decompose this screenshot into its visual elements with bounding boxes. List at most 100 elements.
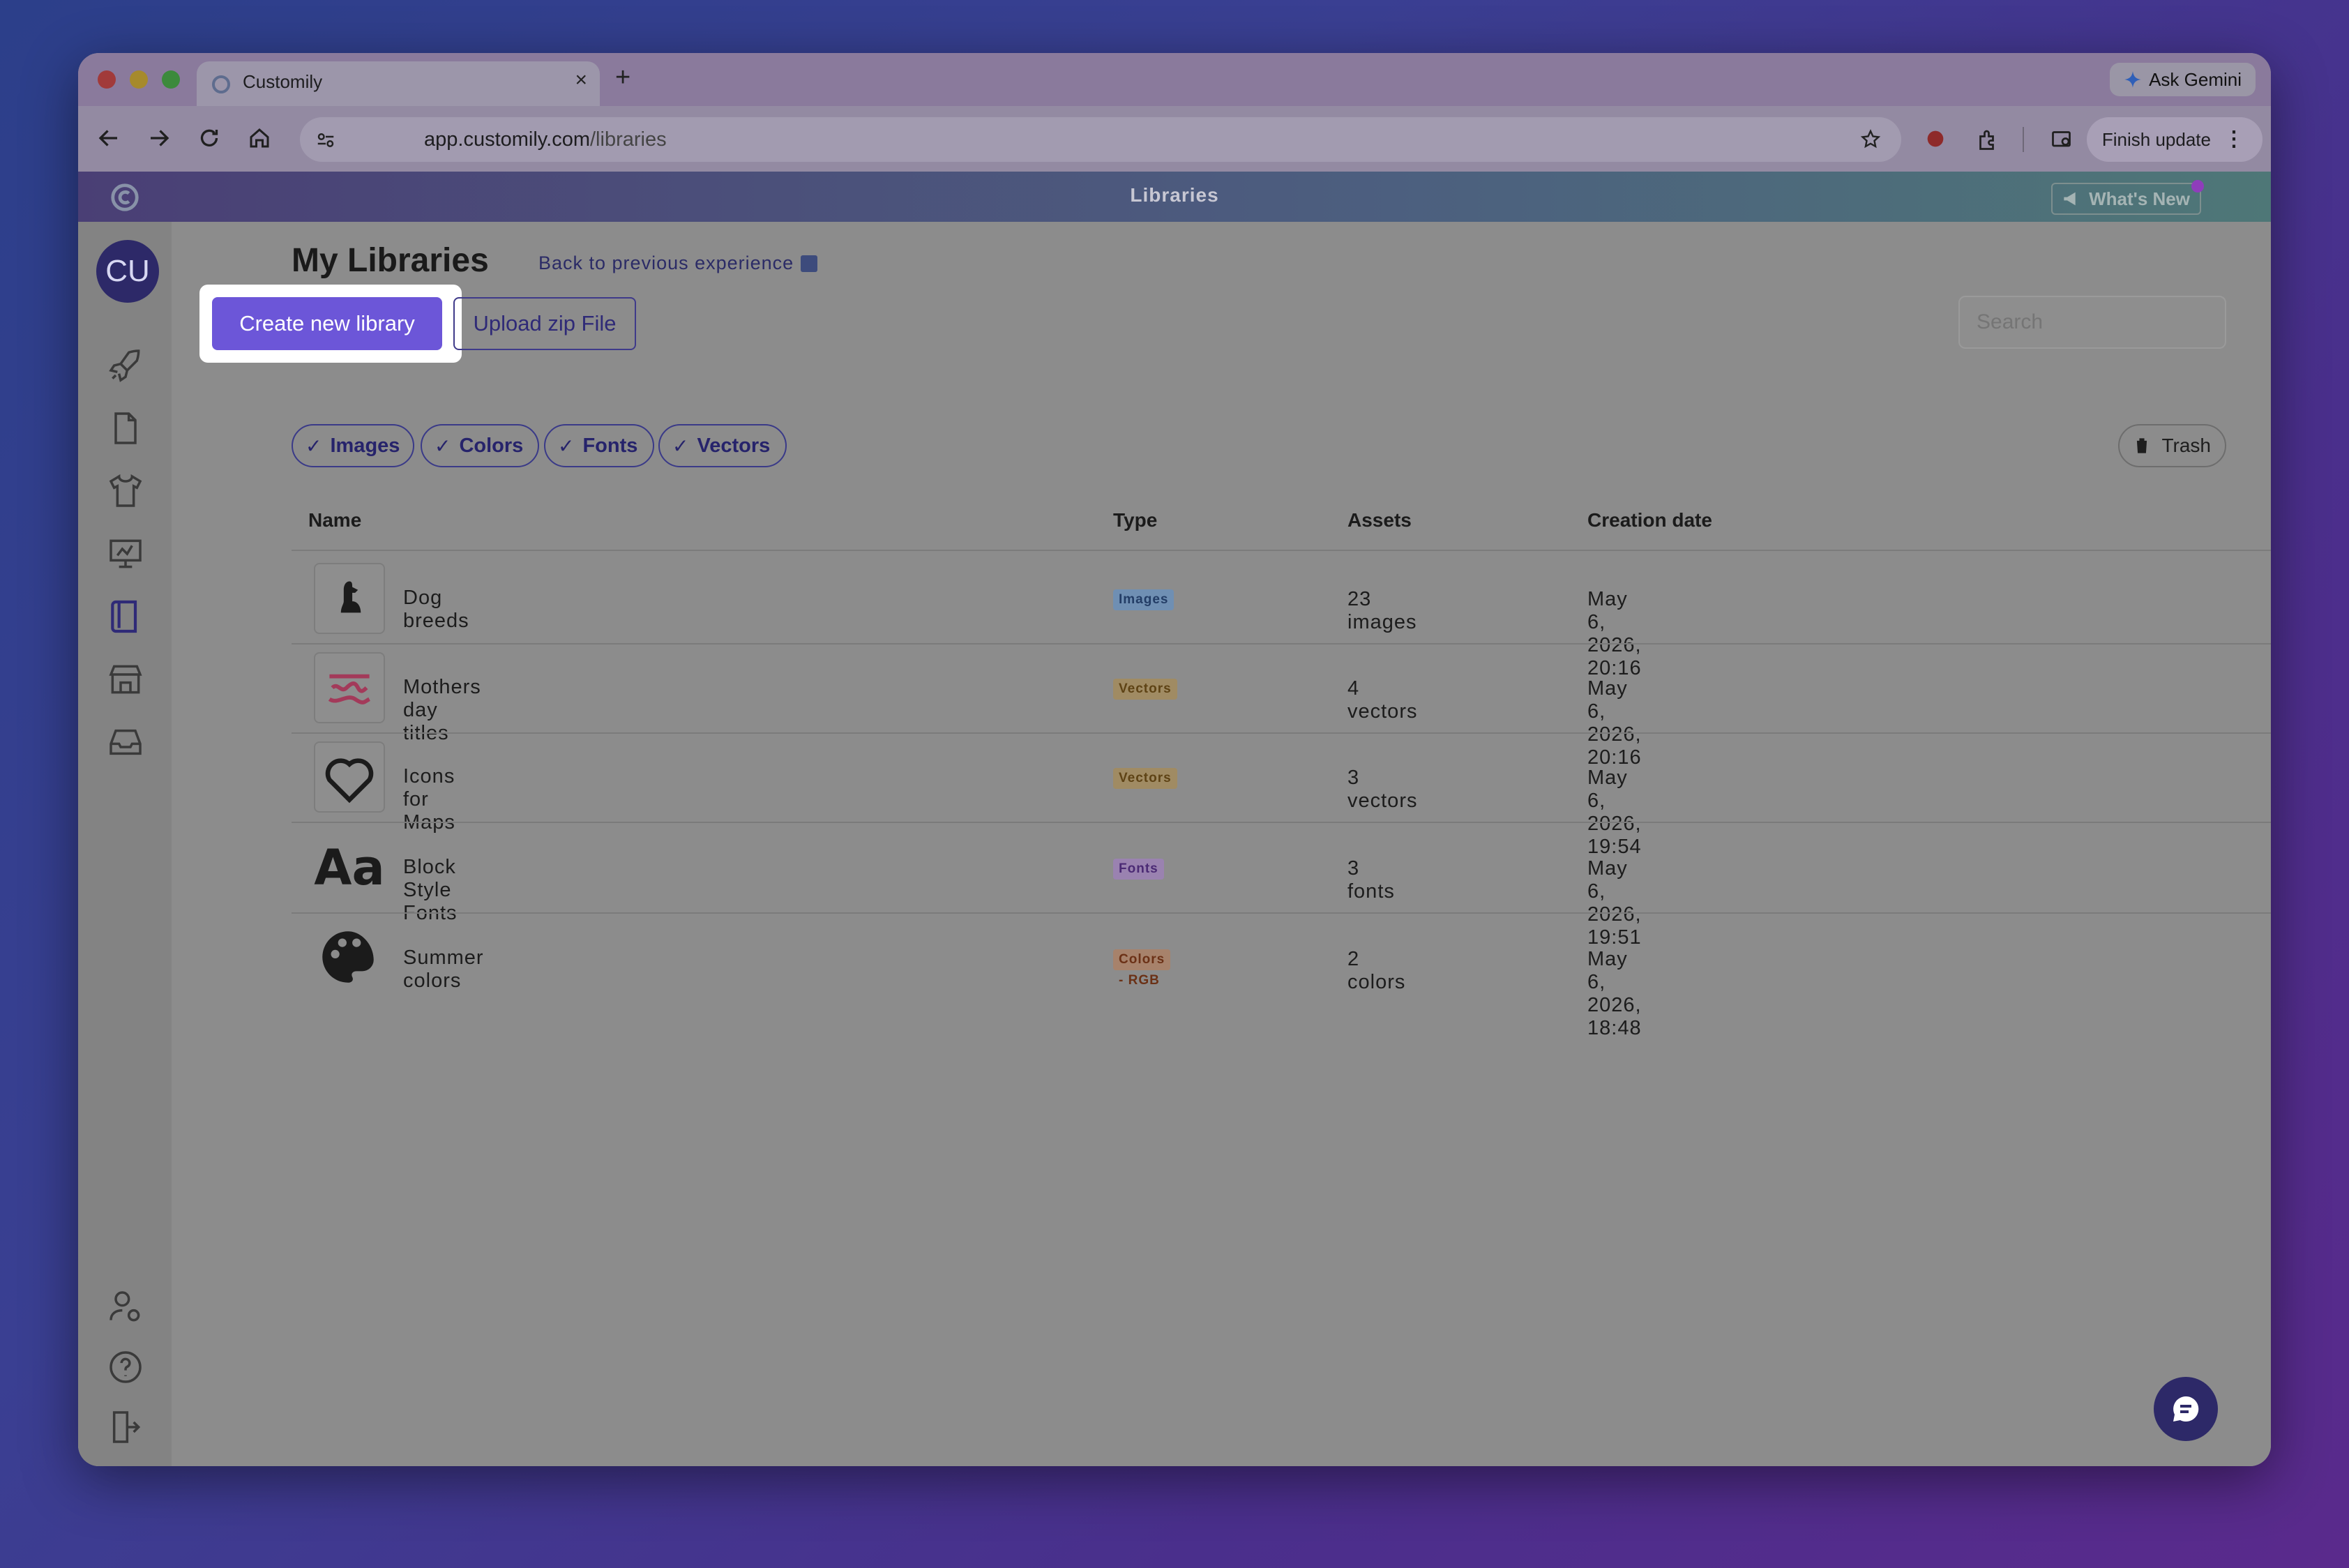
filter-chip-images[interactable]: ✓ Images: [292, 424, 414, 467]
tab-close-icon[interactable]: ×: [575, 68, 587, 92]
ask-gemini-label: Ask Gemini: [2149, 68, 2242, 90]
external-link-icon: [801, 255, 818, 272]
check-icon: ✓: [305, 435, 322, 457]
browser-window: Customily × + Ask Gemini app.customily.c…: [78, 53, 2271, 1466]
palette-icon: [314, 923, 385, 994]
help-icon[interactable]: [106, 1348, 145, 1387]
whats-new-label: What's New: [2089, 188, 2190, 209]
library-name[interactable]: Icons for Maps: [403, 765, 455, 834]
main-content: My Libraries Back to previous experience…: [172, 222, 2271, 1466]
page-title: Libraries: [1130, 184, 1219, 206]
library-name[interactable]: Dog breeds: [403, 587, 469, 633]
filter-chip-vectors[interactable]: ✓ Vectors: [658, 424, 787, 467]
reload-icon[interactable]: [197, 126, 222, 151]
search-input[interactable]: [1958, 296, 2226, 349]
gemini-sparkle-icon: [2124, 71, 2141, 88]
mothers-day-art-icon: [314, 652, 385, 723]
inbox-icon[interactable]: [106, 723, 145, 762]
more-vertical-icon[interactable]: ⋮: [2223, 129, 2244, 150]
library-name[interactable]: Block Style Fonts: [403, 856, 458, 925]
forward-arrow-icon[interactable]: [146, 126, 172, 151]
type-badge: Fonts: [1113, 859, 1164, 880]
chat-bubble-icon: [2173, 1396, 2199, 1422]
trash-button[interactable]: Trash: [2118, 424, 2226, 467]
back-arrow-icon[interactable]: [96, 126, 121, 151]
library-name[interactable]: Summer colors: [403, 947, 484, 993]
upload-zip-button[interactable]: Upload zip File: [453, 297, 636, 350]
asset-count: 3 vectors: [1347, 767, 1418, 812]
extension-red-icon[interactable]: [1924, 127, 1947, 151]
user-settings-icon[interactable]: [106, 1288, 145, 1327]
check-icon: ✓: [558, 435, 575, 457]
minimize-window-button[interactable]: [130, 70, 148, 89]
finish-update-label: Finish update: [2101, 128, 2211, 150]
maximize-window-button[interactable]: [162, 70, 180, 89]
back-to-previous-link[interactable]: Back to previous experience: [538, 252, 818, 274]
bookmark-star-icon[interactable]: [1859, 128, 1882, 151]
column-header[interactable]: Creation date: [1587, 509, 1712, 532]
tab-strip: Customily × + Ask Gemini: [78, 53, 2271, 106]
browser-tab[interactable]: Customily ×: [197, 61, 600, 106]
home-icon[interactable]: [247, 126, 272, 151]
trash-icon: [2135, 438, 2149, 453]
asset-count: 2 colors: [1347, 948, 1406, 993]
new-tab-button[interactable]: +: [615, 63, 630, 93]
url-text: app.customily.com/libraries: [424, 128, 667, 151]
creation-date: May 6, 2026, 19:51: [1587, 857, 1642, 949]
creation-date: May 6, 2026, 20:16: [1587, 677, 1642, 769]
row-divider: [292, 732, 2271, 734]
web-page: Libraries What's New CU My Libraries Bac…: [78, 172, 2271, 1466]
chat-widget-button[interactable]: [2154, 1377, 2218, 1441]
table-header-divider: [292, 550, 2271, 551]
filter-chip-label: Images: [330, 434, 400, 457]
document-icon[interactable]: [106, 409, 145, 448]
filter-chip-fonts[interactable]: ✓ Fonts: [544, 424, 654, 467]
filter-chip-label: Vectors: [697, 434, 771, 457]
customily-favicon-icon: [212, 75, 230, 93]
tab-title: Customily: [243, 71, 323, 92]
logout-icon[interactable]: [106, 1408, 145, 1447]
creation-date: May 6, 2026, 20:16: [1587, 588, 1642, 679]
trash-label: Trash: [2161, 435, 2211, 456]
filter-chip-label: Fonts: [582, 434, 638, 457]
type-badge: Colors - RGB: [1113, 949, 1171, 988]
tab-search-icon[interactable]: [2049, 127, 2076, 152]
whats-new-button[interactable]: What's New: [2051, 183, 2201, 215]
column-header[interactable]: Type: [1113, 509, 1157, 532]
tshirt-icon[interactable]: [106, 472, 145, 511]
dog-silhouette-icon: [314, 563, 385, 634]
store-icon[interactable]: [106, 660, 145, 699]
asset-count: 4 vectors: [1347, 677, 1418, 723]
type-badge: Vectors: [1113, 679, 1177, 700]
filter-chip-colors[interactable]: ✓ Colors: [421, 424, 539, 467]
type-badge: Images: [1113, 589, 1174, 610]
url-host: app.customily.com: [424, 128, 590, 151]
rocket-icon[interactable]: [106, 346, 145, 385]
font-sample-text: Aa: [314, 839, 385, 896]
book-icon[interactable]: [106, 597, 145, 636]
back-link-label: Back to previous experience: [538, 252, 794, 273]
megaphone-icon: [2064, 192, 2076, 206]
presentation-icon[interactable]: [106, 534, 145, 573]
asset-count: 3 fonts: [1347, 857, 1395, 903]
asset-count: 23 images: [1347, 588, 1417, 633]
heart-icon: [314, 741, 385, 813]
user-avatar[interactable]: CU: [96, 240, 159, 303]
creation-date: May 6, 2026, 18:48: [1587, 948, 1642, 1039]
finish-update-button[interactable]: Finish update ⋮: [2086, 117, 2263, 162]
check-icon: ✓: [435, 435, 451, 457]
row-divider: [292, 912, 2271, 914]
url-path: /libraries: [590, 128, 667, 151]
extensions-puzzle-icon[interactable]: [1975, 127, 2000, 152]
close-window-button[interactable]: [98, 70, 116, 89]
page-heading: My Libraries: [292, 242, 489, 279]
column-header[interactable]: Assets: [1347, 509, 1412, 532]
library-name[interactable]: Mothers day titles: [403, 676, 481, 745]
ask-gemini-button[interactable]: Ask Gemini: [2110, 63, 2256, 96]
create-new-library-button[interactable]: Create new library: [212, 297, 442, 350]
notification-dot: [2191, 180, 2204, 193]
filter-chip-label: Colors: [459, 434, 524, 457]
site-settings-icon[interactable]: [315, 130, 336, 151]
font-sample-icon: Aa: [314, 832, 385, 903]
column-header[interactable]: Name: [308, 509, 361, 532]
